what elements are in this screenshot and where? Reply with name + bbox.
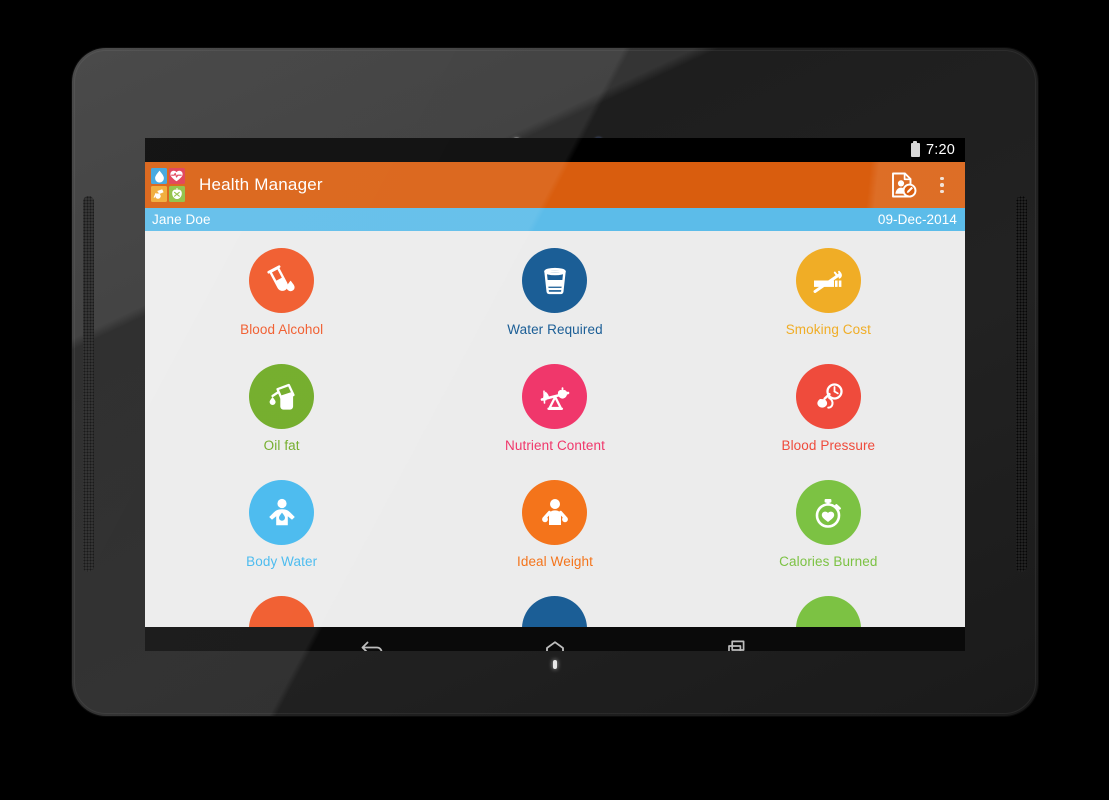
tile-circle xyxy=(249,596,315,627)
current-date: 09-Dec-2014 xyxy=(877,212,957,227)
tile-label: Blood Alcohol xyxy=(240,322,324,337)
tile-label: Oil fat xyxy=(263,438,300,453)
tile-circle xyxy=(249,364,315,429)
overflow-menu-button[interactable] xyxy=(925,162,959,208)
test-tube-drop-icon xyxy=(267,264,295,291)
grid-item-calories-burned[interactable]: Calories Burned xyxy=(692,471,965,587)
grid-item-water-required[interactable]: Water Required xyxy=(418,239,691,355)
grid-item-body-water[interactable]: Body Water xyxy=(145,471,418,587)
battery-icon xyxy=(910,140,920,157)
body-water-icon xyxy=(268,498,295,525)
nav-back-button[interactable] xyxy=(350,627,396,651)
ideal-weight-person-icon xyxy=(542,498,568,525)
edit-profile-button[interactable] xyxy=(881,162,925,208)
speaker-grille-right xyxy=(1016,196,1027,572)
app-action-bar: Health Manager xyxy=(145,162,965,208)
grid-item-blood-alcohol[interactable]: Blood Alcohol xyxy=(145,239,418,355)
tile-circle xyxy=(795,480,861,545)
nav-home-button[interactable] xyxy=(532,627,578,651)
tile-label: Smoking Cost xyxy=(785,322,871,337)
feature-grid: Blood Alcohol Water Required Smoking Cos… xyxy=(145,231,965,627)
grid-item-ideal-weight[interactable]: Ideal Weight xyxy=(418,471,691,587)
home-icon xyxy=(546,641,564,651)
nav-recents-button[interactable] xyxy=(714,627,760,651)
no-smoking-icon xyxy=(813,270,843,293)
status-clock: 7:20 xyxy=(925,142,955,158)
content-area[interactable]: Blood Alcohol Water Required Smoking Cos… xyxy=(145,231,965,627)
tile-label: Nutrient Content xyxy=(505,438,605,453)
grid-item-nutrient-content[interactable]: Nutrient Content xyxy=(418,355,691,471)
recent-apps-icon xyxy=(728,640,745,651)
speaker-grille-left xyxy=(83,196,94,572)
notification-led xyxy=(553,660,557,669)
grid-item-partial[interactable] xyxy=(418,587,691,627)
tile-label: Calories Burned xyxy=(779,554,878,569)
status-bar: 7:20 xyxy=(145,138,965,162)
oil-can-icon xyxy=(269,383,295,410)
balance-scale-icon xyxy=(540,386,570,410)
tile-circle xyxy=(249,248,315,313)
logo-oil-drop-icon xyxy=(151,185,168,202)
logo-heart-pulse-icon xyxy=(168,168,185,185)
app-title: Health Manager xyxy=(199,175,323,194)
overflow-menu-icon xyxy=(940,189,944,194)
tile-label: Blood Pressure xyxy=(781,438,876,453)
grid-item-smoking-cost[interactable]: Smoking Cost xyxy=(692,239,965,355)
tile-circle xyxy=(522,480,588,545)
tile-label: Water Required xyxy=(507,322,603,337)
back-arrow-icon xyxy=(361,641,383,651)
grid-item-partial[interactable] xyxy=(692,587,965,627)
tile-label: Body Water xyxy=(246,554,318,569)
tile-circle xyxy=(795,596,861,627)
grid-item-blood-pressure[interactable]: Blood Pressure xyxy=(692,355,965,471)
grid-item-partial[interactable] xyxy=(145,587,418,627)
water-glass-icon xyxy=(544,267,566,294)
android-navigation-bar xyxy=(145,627,965,651)
overflow-menu-icon xyxy=(940,176,944,181)
overflow-menu-icon xyxy=(940,183,944,187)
tile-circle xyxy=(249,480,315,545)
profile-document-edit-icon xyxy=(892,172,917,198)
tile-circle xyxy=(522,596,588,627)
tablet-screen: 7:20 Health Manager Jane Doe 09-Dec-2014… xyxy=(145,138,965,651)
stopwatch-heart-icon xyxy=(816,498,842,528)
tablet-device: 7:20 Health Manager Jane Doe 09-Dec-2014… xyxy=(72,48,1038,716)
screenshot-root: 7:20 Health Manager Jane Doe 09-Dec-2014… xyxy=(0,0,1109,800)
logo-water-drop-icon xyxy=(151,168,168,185)
tile-label: Ideal Weight xyxy=(516,554,593,569)
blood-pressure-cuff-icon xyxy=(817,382,843,409)
user-context-bar: Jane Doe 09-Dec-2014 xyxy=(145,208,965,231)
tile-circle xyxy=(522,364,588,429)
user-name: Jane Doe xyxy=(152,212,211,227)
app-logo-icon xyxy=(151,168,185,202)
tile-circle xyxy=(522,248,588,313)
tile-circle xyxy=(795,364,861,429)
logo-apple-icon xyxy=(168,185,185,202)
grid-item-oil-fat[interactable]: Oil fat xyxy=(145,355,418,471)
tile-circle xyxy=(795,248,861,313)
